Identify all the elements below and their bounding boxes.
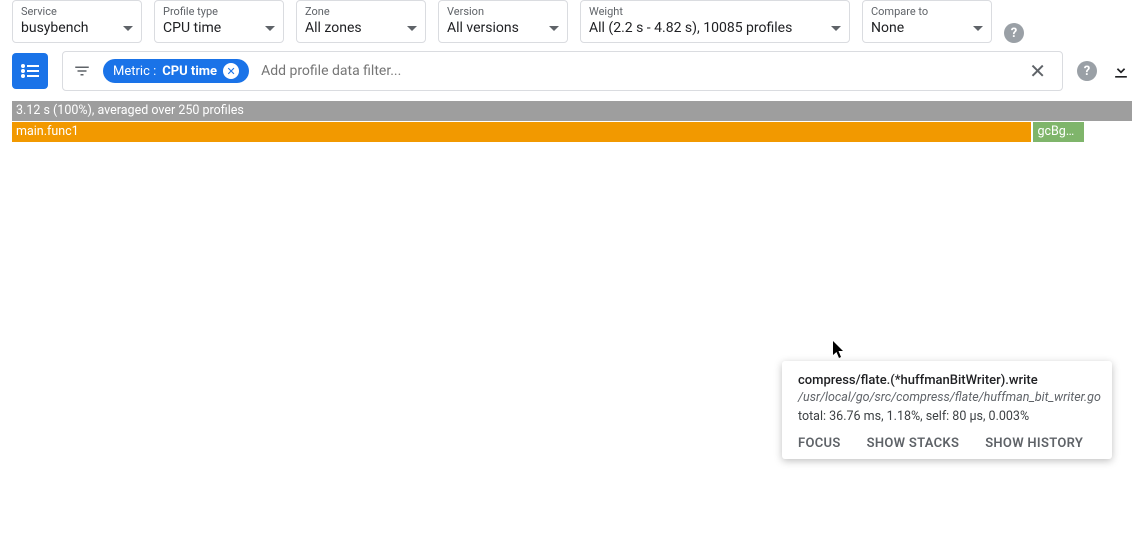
version-value: All versions	[447, 20, 519, 36]
filter-icon[interactable]	[73, 62, 91, 80]
tooltip-path: /usr/local/go/src/compress/flate/huffman…	[798, 390, 1096, 405]
toolbar: Metric : CPU time ✕ ✕ ?	[0, 51, 1143, 101]
chevron-down-icon	[831, 26, 841, 31]
help-icon-toolbar[interactable]: ?	[1077, 61, 1097, 81]
filter-input-row: Metric : CPU time ✕ ✕	[62, 51, 1063, 91]
cursor-icon	[833, 341, 845, 359]
metric-chip-prefix: Metric :	[113, 64, 156, 79]
chevron-down-icon	[549, 26, 559, 31]
service-value: busybench	[21, 20, 88, 36]
tooltip-stacks[interactable]: SHOW STACKS	[867, 436, 960, 451]
tooltip-title: compress/flate.(*huffmanBitWriter).write	[798, 373, 1096, 388]
service-dropdown[interactable]: Service busybench	[12, 0, 142, 43]
compare-to-label: Compare to	[871, 5, 983, 18]
zone-label: Zone	[305, 5, 417, 18]
help-icon[interactable]: ?	[1004, 23, 1024, 43]
profile-type-dropdown[interactable]: Profile type CPU time	[154, 0, 284, 43]
weight-dropdown[interactable]: Weight All (2.2 s - 4.82 s), 10085 profi…	[580, 0, 850, 43]
flame-frame[interactable]: main.func1	[12, 122, 1031, 142]
profile-type-label: Profile type	[163, 5, 275, 18]
filter-input[interactable]	[261, 63, 1011, 79]
list-view-button[interactable]	[12, 53, 48, 89]
zone-value: All zones	[305, 20, 362, 36]
download-icon[interactable]	[1111, 61, 1131, 81]
compare-to-dropdown[interactable]: Compare to None	[862, 0, 992, 43]
tooltip-history[interactable]: SHOW HISTORY	[985, 436, 1083, 451]
list-icon	[21, 64, 39, 78]
flame-summary[interactable]: 3.12 s (100%), averaged over 250 profile…	[12, 101, 1132, 121]
flame-graph: 3.12 s (100%), averaged over 250 profile…	[12, 101, 1132, 142]
metric-chip-remove[interactable]: ✕	[223, 63, 239, 79]
chevron-down-icon	[123, 26, 133, 31]
chevron-down-icon	[973, 26, 983, 31]
metric-chip[interactable]: Metric : CPU time ✕	[103, 59, 249, 83]
compare-to-value: None	[871, 20, 904, 36]
service-label: Service	[21, 5, 133, 18]
chevron-down-icon	[265, 26, 275, 31]
tooltip-focus[interactable]: FOCUS	[798, 436, 841, 451]
metric-chip-value: CPU time	[162, 64, 217, 79]
weight-label: Weight	[589, 5, 841, 18]
frame-tooltip: compress/flate.(*huffmanBitWriter).write…	[782, 361, 1112, 459]
tooltip-stats: total: 36.76 ms, 1.18%, self: 80 µs, 0.0…	[798, 409, 1096, 424]
weight-value: All (2.2 s - 4.82 s), 10085 profiles	[589, 20, 792, 36]
chevron-down-icon	[407, 26, 417, 31]
version-label: Version	[447, 5, 559, 18]
flame-frame[interactable]: gcBgMar…	[1033, 122, 1083, 142]
profile-type-value: CPU time	[163, 20, 221, 36]
zone-dropdown[interactable]: Zone All zones	[296, 0, 426, 43]
clear-filter-button[interactable]: ✕	[1023, 59, 1052, 83]
filter-bar: Service busybench Profile type CPU time …	[0, 0, 1143, 51]
version-dropdown[interactable]: Version All versions	[438, 0, 568, 43]
